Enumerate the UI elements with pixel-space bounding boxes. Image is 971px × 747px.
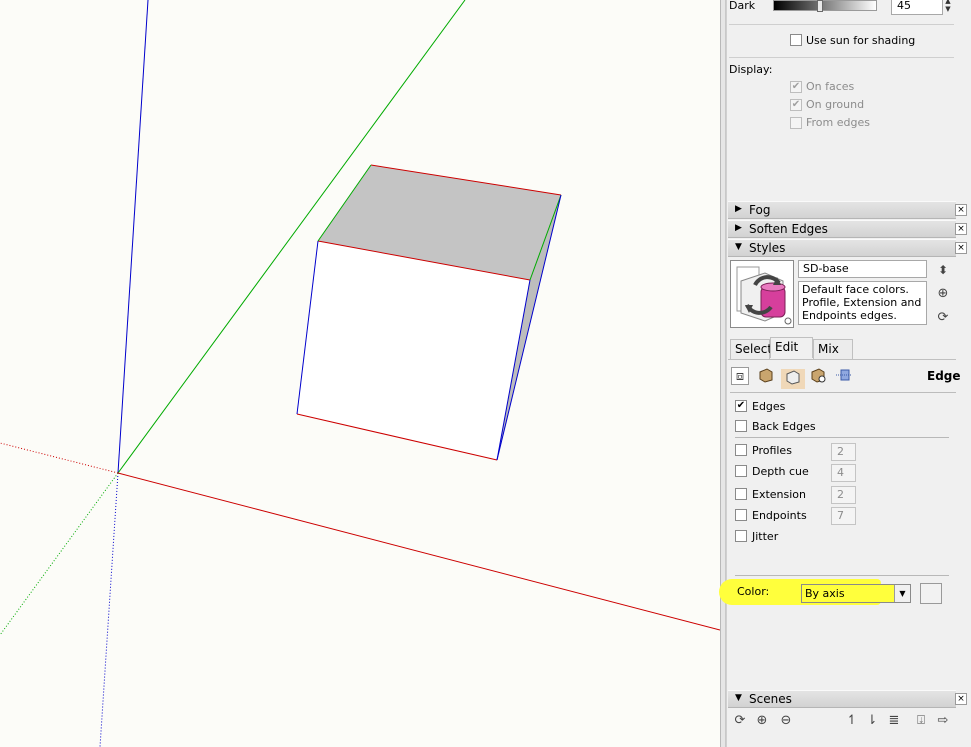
endpoints-label: Endpoints [752, 509, 807, 522]
on-faces-label: On faces [806, 80, 855, 93]
profiles-checkbox[interactable] [735, 444, 747, 456]
endpoints-checkbox[interactable] [735, 509, 747, 521]
tab-mix[interactable]: Mix [813, 339, 853, 359]
red-axis-positive [117, 472, 720, 631]
extension-label: Extension [752, 488, 807, 501]
create-style-icon[interactable]: ⊕ [934, 285, 952, 303]
default-tray: Dark 45 ▲ ▼ Use sun for shading Display: … [719, 0, 971, 747]
viewport-canvas[interactable] [0, 0, 720, 747]
depth-cue-label: Depth cue [752, 465, 809, 478]
sketchup-window: Dark 45 ▲ ▼ Use sun for shading Display: … [0, 0, 971, 747]
update-scene-icon[interactable]: ⟳ [731, 712, 749, 730]
fog-panel-title: Fog [749, 203, 771, 217]
color-dropdown[interactable]: By axis ▼ [801, 584, 911, 603]
color-dropdown-value: By axis [805, 587, 845, 600]
display-label: Display: [729, 63, 773, 76]
scenes-panel-title: Scenes [749, 692, 792, 706]
profiles-value-input: 2 [831, 443, 856, 461]
dark-slider[interactable] [773, 0, 877, 12]
add-scene-icon[interactable]: ⊕ [753, 712, 771, 730]
fog-panel-header[interactable]: ▶ Fog × [728, 201, 967, 219]
style-name-input[interactable]: SD-base [798, 260, 927, 278]
scenes-panel-header[interactable]: ▼ Scenes × [728, 690, 967, 708]
model-viewport[interactable] [0, 0, 720, 747]
tab-edit[interactable]: Edit [770, 337, 813, 358]
section-heading: Edge [927, 369, 961, 383]
dark-label: Dark [729, 0, 756, 12]
soften-edges-panel-title: Soften Edges [749, 222, 828, 236]
background-settings-icon[interactable] [781, 369, 805, 389]
dark-value: 45 [897, 0, 911, 12]
tab-select-label: Select [735, 342, 773, 356]
view-options-icon[interactable]: ≣ [885, 712, 903, 730]
use-sun-label: Use sun for shading [806, 34, 916, 47]
extension-value-input: 2 [831, 486, 856, 504]
profiles-label: Profiles [752, 444, 792, 457]
scene-menu-icon[interactable]: ⇨ [934, 712, 952, 730]
styles-panel-header[interactable]: ▼ Styles × [728, 239, 967, 257]
back-edges-checkbox[interactable] [735, 420, 747, 432]
use-sun-checkbox[interactable] [790, 34, 802, 46]
extension-checkbox[interactable] [735, 488, 747, 500]
style-description: Default face colors. Profile, Extension … [802, 283, 922, 324]
styles-panel-title: Styles [749, 241, 786, 255]
color-label: Color: [737, 585, 770, 598]
style-thumbnail[interactable] [730, 260, 794, 328]
endpoints-value-input: 7 [831, 507, 856, 525]
from-edges-label: From edges [806, 116, 870, 129]
close-icon[interactable]: × [955, 223, 967, 235]
style-description-input[interactable]: Default face colors. Profile, Extension … [798, 281, 927, 325]
modeling-settings-icon[interactable] [835, 367, 853, 385]
edges-label: Edges [752, 400, 786, 413]
tab-select[interactable]: Select [730, 339, 773, 359]
tab-mix-label: Mix [818, 342, 839, 356]
dark-spinner[interactable]: ▲ ▼ [942, 0, 954, 15]
color-swatch[interactable] [920, 583, 942, 604]
expand-triangle-icon: ▶ [735, 204, 742, 214]
update-style-icon[interactable]: ⬍ [934, 261, 952, 279]
endpoints-value: 7 [837, 509, 844, 522]
style-thumbnail-image [736, 266, 792, 325]
depth-cue-value: 4 [837, 466, 844, 479]
jitter-checkbox[interactable] [735, 530, 747, 542]
show-details-icon[interactable]: ⍗ [912, 712, 930, 730]
depth-cue-checkbox[interactable] [735, 465, 747, 477]
tab-edit-label: Edit [775, 340, 799, 354]
profiles-value: 2 [837, 445, 844, 458]
red-axis-negative [0, 442, 119, 474]
close-icon[interactable]: × [955, 693, 967, 705]
on-ground-checkbox: ✔ [790, 99, 802, 111]
expand-triangle-icon: ▶ [735, 223, 742, 233]
watermark-settings-icon[interactable] [809, 367, 827, 385]
move-scene-up-icon[interactable]: ↿ [843, 712, 861, 730]
style-name: SD-base [803, 262, 849, 275]
from-edges-checkbox [790, 117, 802, 129]
dark-slider-thumb[interactable] [817, 0, 823, 12]
dark-value-input[interactable]: 45 [891, 0, 943, 15]
edges-checkbox[interactable]: ✔ [735, 400, 747, 412]
blue-axis-negative [99, 472, 119, 747]
refresh-icon[interactable]: ⟳ [934, 309, 952, 327]
close-icon[interactable]: × [955, 204, 967, 216]
depth-cue-value-input: 4 [831, 464, 856, 482]
blue-axis-positive [117, 0, 149, 474]
extension-value: 2 [837, 488, 844, 501]
collapse-triangle-icon: ▼ [735, 693, 742, 703]
chevron-down-icon[interactable]: ▼ [894, 585, 910, 602]
edge-settings-icon[interactable]: ⧈ [731, 367, 749, 385]
remove-scene-icon[interactable]: ⊖ [777, 712, 795, 730]
face-settings-icon[interactable] [757, 367, 775, 385]
on-faces-checkbox: ✔ [790, 81, 802, 93]
collapse-triangle-icon: ▼ [735, 242, 742, 252]
move-scene-down-icon[interactable]: ⇂ [863, 712, 881, 730]
on-ground-label: On ground [806, 98, 865, 111]
close-icon[interactable]: × [955, 242, 967, 254]
soften-edges-panel-header[interactable]: ▶ Soften Edges × [728, 220, 967, 238]
green-axis-negative [0, 472, 119, 636]
back-edges-label: Back Edges [752, 420, 816, 433]
jitter-label: Jitter [752, 530, 779, 543]
